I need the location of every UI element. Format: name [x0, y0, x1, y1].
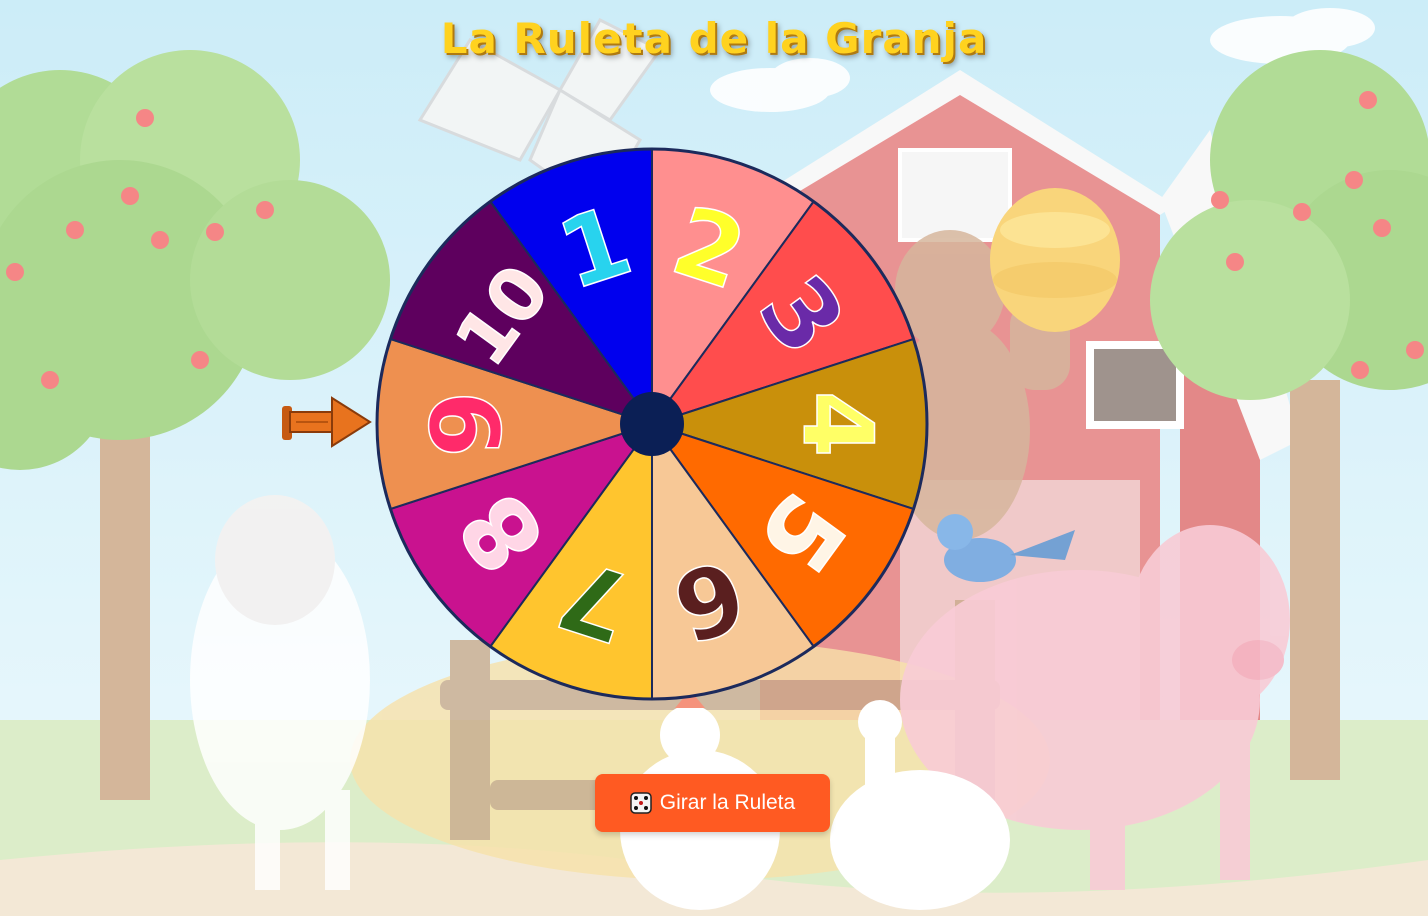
- dice-icon: [630, 792, 652, 814]
- wheel-number-9: 9: [411, 391, 523, 458]
- wheel-hub: [620, 392, 684, 456]
- spin-button[interactable]: Girar la Ruleta: [595, 774, 830, 832]
- spin-button-label: Girar la Ruleta: [659, 791, 796, 814]
- wheel-svg: 1 2345678910: [375, 147, 929, 701]
- roulette-wheel[interactable]: 1 2 3 4 5 6 7 8 9 10: [372, 144, 932, 704]
- wheel-number-4: 4: [781, 391, 893, 458]
- arrow-right-icon: [282, 396, 372, 448]
- page-title: La Ruleta de la Granja: [440, 14, 988, 63]
